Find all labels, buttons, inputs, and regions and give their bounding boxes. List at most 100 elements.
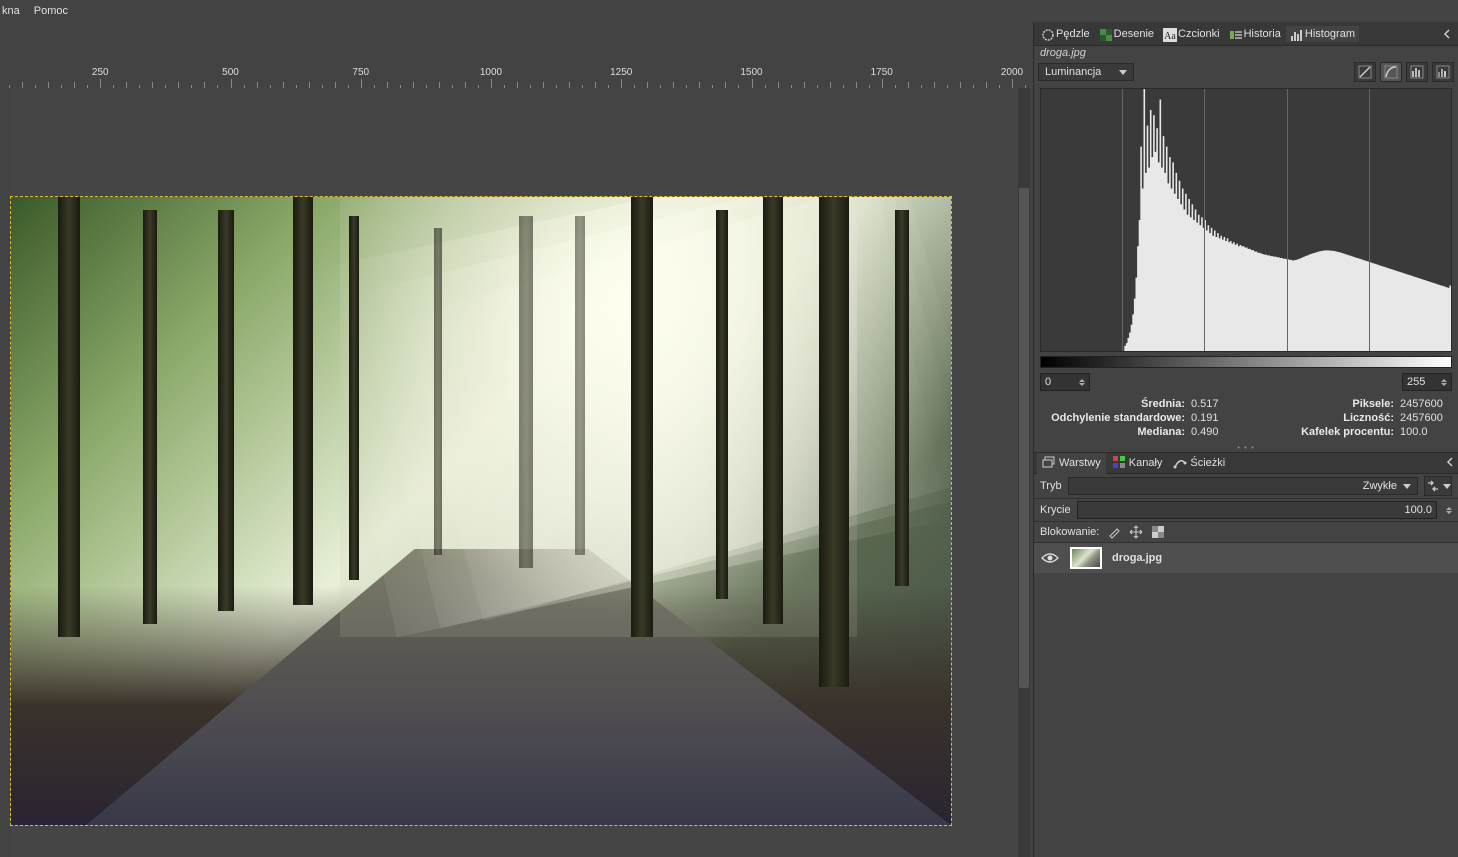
spinner-down-icon[interactable] (1441, 383, 1447, 386)
mode-label: Tryb (1040, 480, 1062, 492)
range-max-field[interactable]: 255 (1402, 373, 1452, 391)
ruler-vertical[interactable] (0, 88, 10, 857)
chevron-down-icon (1403, 484, 1411, 489)
hist-style2-button[interactable] (1432, 62, 1454, 82)
tab-label: Historia (1244, 28, 1281, 40)
swap-icon (1425, 480, 1441, 492)
scrollbar-thumb[interactable] (1019, 188, 1029, 688)
image-tabstrip (0, 22, 1028, 66)
hist-log-button[interactable] (1380, 62, 1402, 82)
layer-thumbnail[interactable] (1070, 547, 1102, 569)
dock-tabs-lower: Warstwy Kanały Ścieżki (1034, 452, 1458, 474)
layer-name[interactable]: droga.jpg (1112, 552, 1452, 564)
dock-tabs-upper: Pędzle Desenie Aa Czcionki Historia Hist… (1034, 22, 1458, 46)
hist-style1-icon (1410, 65, 1424, 79)
spinner-down-icon[interactable] (1079, 383, 1085, 386)
range-row: 0 255 (1040, 372, 1452, 392)
linear-icon (1358, 65, 1372, 79)
patterns-icon (1099, 28, 1111, 40)
ruler-horizontal[interactable]: 025050075010001250150017502000 (0, 66, 1028, 88)
stat-key: Średnia: (1040, 398, 1185, 410)
hist-linear-button[interactable] (1354, 62, 1376, 82)
hist-style2-icon (1436, 65, 1450, 79)
panel-divider[interactable]: • • • (1034, 442, 1458, 452)
image-content (11, 197, 951, 825)
combo-value: Luminancja (1045, 66, 1101, 78)
eye-icon[interactable] (1040, 551, 1060, 565)
tab-historia[interactable]: Historia (1225, 26, 1285, 42)
mode-combo[interactable]: Zwykłe (1068, 477, 1418, 495)
chevron-down-icon (1443, 484, 1451, 489)
tab-histogram[interactable]: Histogram (1286, 26, 1359, 42)
tab-czcionki[interactable]: Aa Czcionki (1159, 26, 1224, 42)
chevron-left-icon (1445, 457, 1455, 467)
opacity-slider[interactable]: 100.0 (1077, 501, 1437, 519)
range-max-value: 255 (1407, 376, 1425, 388)
chevron-left-icon (1442, 29, 1452, 39)
spinner-up-icon[interactable] (1441, 379, 1447, 382)
layers-list: droga.jpg (1034, 543, 1458, 857)
tab-sciezki[interactable]: Ścieżki (1168, 453, 1230, 474)
brushes-icon (1041, 28, 1053, 40)
stat-value: 0.191 (1191, 412, 1243, 424)
stat-value: 0.517 (1191, 398, 1243, 410)
lock-paint-icon[interactable] (1107, 525, 1121, 539)
tab-kanaly[interactable]: Kanały (1107, 453, 1168, 474)
canvas-viewport[interactable] (10, 88, 1018, 857)
chevron-down-icon (1119, 70, 1127, 75)
mode-switch-button[interactable] (1424, 476, 1452, 496)
range-min-field[interactable]: 0 (1040, 373, 1090, 391)
spinner-down-icon[interactable] (1446, 511, 1452, 514)
dock-menu-button[interactable] (1439, 27, 1455, 41)
lock-label: Blokowanie: (1040, 526, 1099, 538)
spinner-up-icon[interactable] (1446, 507, 1452, 510)
histogram-icon (1290, 28, 1302, 40)
history-icon (1229, 28, 1241, 40)
menu-item-okna[interactable]: kna (2, 5, 20, 17)
channels-icon (1112, 455, 1126, 472)
tab-label: Warstwy (1059, 457, 1101, 469)
stat-key: Piksele: (1249, 398, 1394, 410)
layer-lock-row: Blokowanie: (1034, 522, 1458, 543)
tab-label: Ścieżki (1190, 457, 1225, 469)
histogram-chart[interactable] (1040, 88, 1452, 352)
menu-item-pomoc[interactable]: Pomoc (34, 5, 68, 17)
log-icon (1384, 65, 1398, 79)
range-min-value: 0 (1045, 376, 1051, 388)
histogram-toolbar: Luminancja (1034, 60, 1458, 84)
channel-combo[interactable]: Luminancja (1038, 63, 1134, 81)
dock-menu-button[interactable] (1445, 457, 1455, 470)
combo-value: Zwykłe (1363, 480, 1397, 492)
opacity-value: 100.0 (1404, 504, 1432, 516)
lock-move-icon[interactable] (1129, 525, 1143, 539)
stat-key: Mediana: (1040, 426, 1185, 438)
stat-value: 2457600 (1400, 412, 1452, 424)
lock-alpha-icon[interactable] (1151, 525, 1165, 539)
layer-opacity-row: Krycie 100.0 (1034, 499, 1458, 522)
tab-label: Kanały (1129, 457, 1163, 469)
hist-style1-button[interactable] (1406, 62, 1428, 82)
paths-icon (1173, 455, 1187, 472)
tab-label: Histogram (1305, 28, 1355, 40)
canvas-scrollbar-vertical[interactable] (1018, 88, 1030, 857)
svg-text:Aa: Aa (1164, 31, 1176, 42)
stat-value: 0.490 (1191, 426, 1243, 438)
histogram-filename: droga.jpg (1034, 46, 1458, 60)
fonts-icon: Aa (1163, 28, 1175, 40)
layer-mode-row: Tryb Zwykłe (1034, 474, 1458, 499)
stat-value: 100.0 (1400, 426, 1452, 438)
tab-pedzle[interactable]: Pędzle (1037, 26, 1094, 42)
gradient-strip[interactable] (1040, 356, 1452, 368)
tab-label: Desenie (1114, 28, 1154, 40)
right-dock: Pędzle Desenie Aa Czcionki Historia Hist… (1033, 22, 1458, 857)
stat-key: Odchylenie standardowe: (1040, 412, 1185, 424)
tab-warstwy[interactable]: Warstwy (1037, 453, 1106, 474)
tab-label: Czcionki (1178, 28, 1220, 40)
menubar: kna Pomoc (0, 0, 1458, 22)
spinner-up-icon[interactable] (1079, 379, 1085, 382)
tab-desenie[interactable]: Desenie (1095, 26, 1158, 42)
layer-row[interactable]: droga.jpg (1034, 543, 1458, 573)
tab-label: Pędzle (1056, 28, 1090, 40)
image-selection[interactable] (10, 196, 952, 826)
opacity-label: Krycie (1040, 504, 1071, 516)
